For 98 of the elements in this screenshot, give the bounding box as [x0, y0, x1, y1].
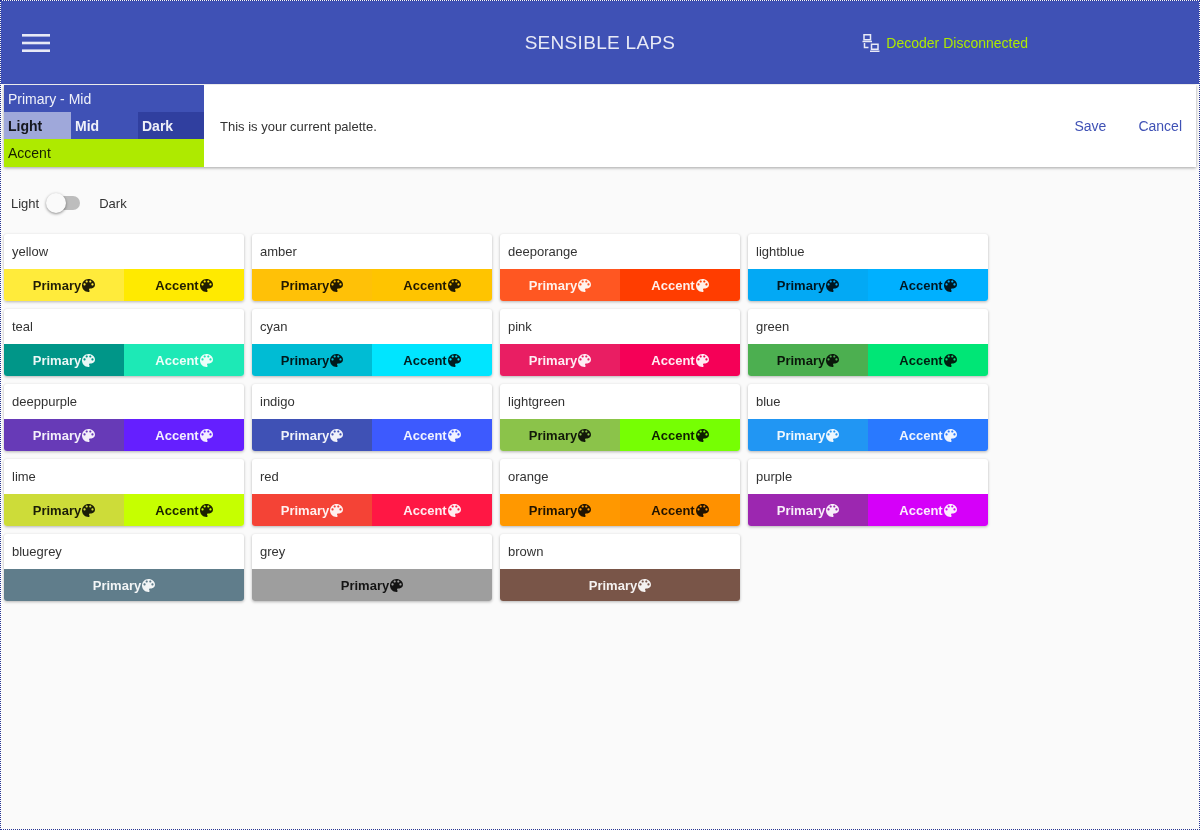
palette-name: red [259, 468, 280, 486]
swatch-button[interactable]: Accent [372, 269, 492, 301]
swatch-button[interactable]: Accent [620, 419, 740, 451]
swatch-button[interactable]: Primary [748, 494, 868, 526]
palette-icon [82, 278, 96, 292]
palette-name: purple [755, 468, 794, 486]
cancel-button[interactable]: Cancel [1126, 108, 1194, 144]
palette-icon [695, 503, 709, 517]
palette-name: blue [755, 393, 782, 411]
palette-name: grey [259, 543, 287, 561]
palette-icon [578, 503, 592, 517]
palette-icon [330, 353, 344, 367]
swatch-button[interactable]: Primary [748, 269, 868, 301]
palette-name: green [755, 318, 791, 336]
swatch-button[interactable]: Primary [4, 419, 124, 451]
menu-button[interactable] [22, 33, 50, 52]
palette-icon [695, 428, 709, 442]
palette-icon [199, 503, 213, 517]
swatch-button[interactable]: Primary [252, 269, 372, 301]
palette-name: brown [507, 543, 545, 561]
palette-icon [943, 353, 957, 367]
palette-icon [578, 353, 592, 367]
palette-icon [199, 353, 213, 367]
connection-status: Decoder Disconnected [886, 34, 1028, 51]
swatch-button[interactable]: Accent [372, 344, 492, 376]
swatch-button[interactable]: Primary [4, 494, 124, 526]
palette-icon [578, 278, 592, 292]
palette-icon [638, 578, 652, 592]
shade-button[interactable]: Dark [138, 112, 204, 139]
palette-name: orange [507, 468, 550, 486]
swatch-button[interactable]: Primary [500, 569, 740, 601]
palette-icon [142, 578, 156, 592]
dark-label: Dark [99, 195, 127, 211]
palette-name: deeppurple [11, 393, 79, 411]
swatch-button[interactable]: Accent [620, 494, 740, 526]
palette-icon [447, 353, 461, 367]
swatch-button[interactable]: Accent [868, 344, 988, 376]
palette-icon [199, 428, 213, 442]
palette-icon [330, 278, 344, 292]
palette-icon [82, 428, 96, 442]
linked-computers-icon [862, 33, 881, 52]
light-label: Light [11, 195, 40, 211]
swatch-button[interactable]: Primary [252, 344, 372, 376]
swatch-button[interactable]: Primary [500, 494, 620, 526]
palette-name: cyan [259, 318, 289, 336]
palette-icon [826, 353, 840, 367]
swatch-button[interactable]: Accent [868, 419, 988, 451]
accent-label: Accent [4, 139, 204, 167]
swatch-button[interactable]: Primary [4, 569, 244, 601]
palette-icon [943, 503, 957, 517]
palette-name: lightblue [755, 243, 806, 261]
swatch-button[interactable]: Primary [252, 419, 372, 451]
palette-name: indigo [259, 393, 296, 411]
swatch-button[interactable]: Accent [372, 419, 492, 451]
palette-icon [695, 278, 709, 292]
palette-icon [330, 503, 344, 517]
palette-icon [330, 428, 344, 442]
swatch-button[interactable]: Accent [868, 494, 988, 526]
swatch-button[interactable]: Accent [124, 494, 244, 526]
palette-icon [826, 503, 840, 517]
palette-name: bluegrey [11, 543, 63, 561]
palette-name: deeporange [507, 243, 579, 261]
swatch-button[interactable]: Primary [500, 419, 620, 451]
swatch-button[interactable]: Accent [124, 419, 244, 451]
theme-switch[interactable] [46, 193, 81, 213]
save-button[interactable]: Save [1062, 108, 1119, 144]
palette-name: amber [259, 243, 298, 261]
palette-icon [82, 503, 96, 517]
swatch-button[interactable]: Primary [500, 344, 620, 376]
swatch-button[interactable]: Primary [4, 269, 124, 301]
palette-icon [390, 578, 404, 592]
palette-icon [943, 278, 957, 292]
palette-icon [447, 503, 461, 517]
menu-icon [22, 33, 50, 52]
palette-message: This is your current palette. [220, 118, 378, 134]
palette-icon [199, 278, 213, 292]
palette-name: teal [11, 318, 34, 336]
palette-icon [578, 428, 592, 442]
shade-button[interactable]: Mid [71, 112, 138, 139]
palette-icon [943, 428, 957, 442]
palette-name: yellow [11, 243, 50, 261]
palette-icon [826, 278, 840, 292]
palette-icon [82, 353, 96, 367]
shade-button[interactable]: Light [4, 112, 71, 139]
app-title: SENSIBLE LAPS [524, 31, 676, 54]
swatch-button[interactable]: Accent [124, 269, 244, 301]
palette-icon [695, 353, 709, 367]
palette-icon [447, 428, 461, 442]
swatch-button[interactable]: Primary [748, 344, 868, 376]
palette-name: pink [507, 318, 533, 336]
palette-name: lime [11, 468, 37, 486]
primary-label: Primary - Mid [4, 85, 204, 112]
palette-name: lightgreen [507, 393, 567, 411]
palette-icon [447, 278, 461, 292]
swatch-button[interactable]: Accent [620, 344, 740, 376]
swatch-button[interactable]: Primary [252, 569, 492, 601]
swatch-button[interactable]: Accent [868, 269, 988, 301]
palette-icon [826, 428, 840, 442]
